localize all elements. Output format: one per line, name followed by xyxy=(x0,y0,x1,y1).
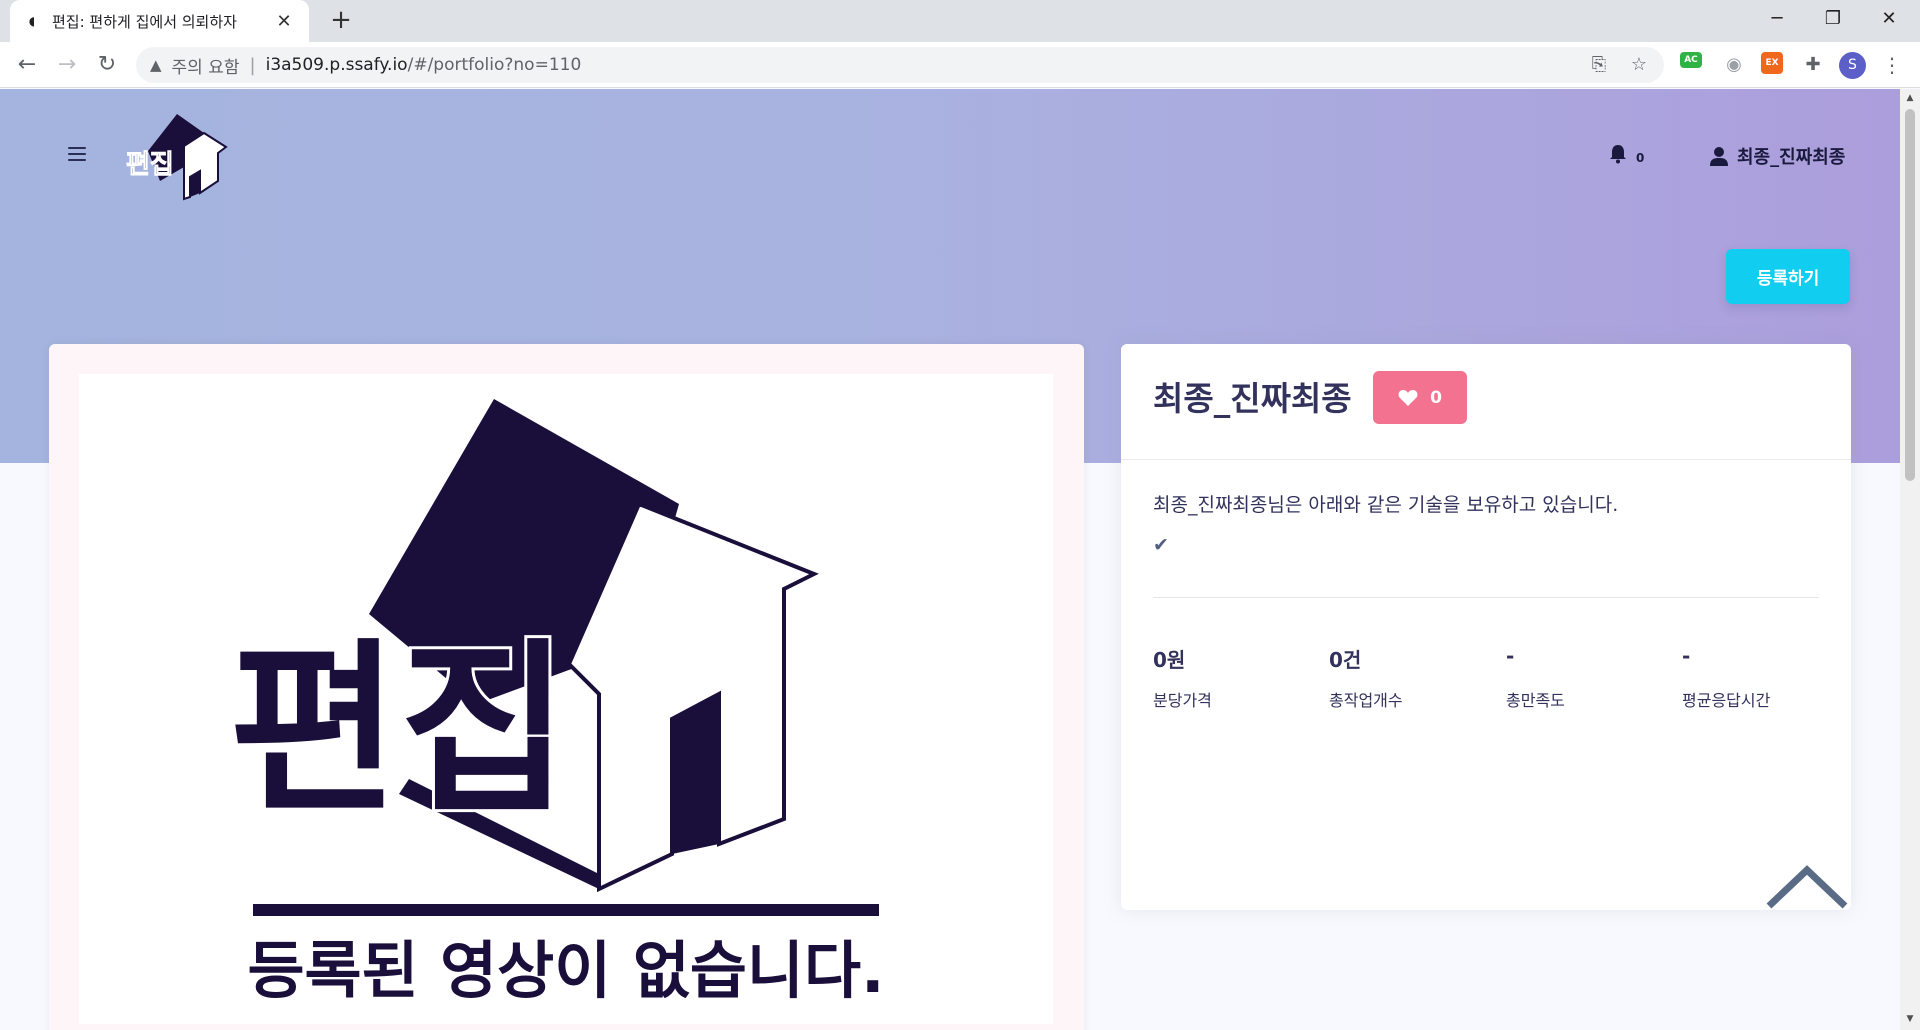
like-button[interactable]: 0 xyxy=(1373,371,1467,424)
stat-label: 총만족도 xyxy=(1506,691,1565,710)
stat-response-time: - 평균응답시간 xyxy=(1682,644,1852,711)
url-path: /#/portfolio?no=110 xyxy=(407,55,582,75)
stat-label: 총작업개수 xyxy=(1329,691,1403,710)
tab-title: 편집: 편하게 집에서 의뢰하자 xyxy=(52,12,237,31)
no-video-image: 편집 등록된 영상이 없습니다. xyxy=(226,399,885,1007)
forward-arrow-icon[interactable]: → xyxy=(51,49,83,81)
scroll-down-arrow-icon[interactable]: ▼ xyxy=(1904,1014,1916,1024)
stat-price-per-minute: 0원 분당가격 xyxy=(1153,644,1323,711)
user-menu[interactable]: 최종_진짜최종 xyxy=(1709,143,1845,169)
scrollbar-thumb[interactable] xyxy=(1905,109,1915,481)
close-window-button[interactable]: ✕ xyxy=(1861,0,1917,38)
skills-description: 최종_진짜최종님은 아래와 같은 기술을 보유하고 있습니다. xyxy=(1153,494,1619,516)
back-arrow-icon[interactable]: ← xyxy=(11,49,43,81)
page-scrollbar[interactable]: ▲ ▼ xyxy=(1900,89,1920,1030)
profile-avatar[interactable]: S xyxy=(1839,52,1866,79)
logo-text: 편집 xyxy=(126,150,174,180)
placeholder-logo-text: 편집 xyxy=(229,622,569,838)
browser-tab-bar: ◖ 편집: 편하게 집에서 의뢰하자 ✕ + ─ ❐ ✕ xyxy=(0,0,1920,42)
like-count: 0 xyxy=(1430,387,1442,408)
stat-value: 0건 xyxy=(1329,648,1362,672)
url-text[interactable]: i3a509.p.ssafy.io/#/portfolio?no=110 xyxy=(266,55,582,75)
ac-extension-icon[interactable]: AC xyxy=(1680,52,1702,68)
profile-card-header: 최종_진짜최종 0 xyxy=(1121,344,1851,460)
register-button[interactable]: 등록하기 xyxy=(1726,249,1850,304)
checkmark-icon: ✔ xyxy=(1153,534,1169,556)
translate-icon[interactable]: ⎘ xyxy=(1588,54,1610,75)
user-name: 최종_진짜최종 xyxy=(1737,147,1846,168)
stat-label: 평균응답시간 xyxy=(1682,691,1771,710)
heart-icon xyxy=(1398,389,1418,406)
minimize-window-button[interactable]: ─ xyxy=(1749,0,1805,38)
warning-triangle-icon[interactable]: ▲ xyxy=(150,56,162,74)
divider xyxy=(1153,597,1819,598)
tab-close-icon[interactable]: ✕ xyxy=(273,11,295,32)
extension-shield-icon[interactable]: ◉ xyxy=(1721,52,1747,78)
user-icon xyxy=(1710,147,1728,166)
scroll-up-arrow-icon[interactable]: ▲ xyxy=(1904,93,1916,103)
stat-total-jobs: 0건 총작업개수 xyxy=(1329,644,1499,711)
browser-toolbar: ← → ↻ ▲ 주의 요함 | i3a509.p.ssafy.io/#/port… xyxy=(0,42,1920,88)
stat-value: - xyxy=(1682,644,1691,668)
new-tab-button[interactable]: + xyxy=(325,6,357,36)
address-separator: | xyxy=(249,54,256,76)
video-card: 편집 등록된 영상이 없습니다. xyxy=(49,344,1084,1030)
bell-icon[interactable] xyxy=(1609,144,1627,169)
placeholder-message: 등록된 영상이 없습니다. xyxy=(247,934,884,1007)
url-host: i3a509.p.ssafy.io xyxy=(265,55,408,75)
profile-name: 최종_진짜최종 xyxy=(1153,379,1352,418)
bookmark-star-icon[interactable]: ☆ xyxy=(1628,54,1650,75)
profile-card: 최종_진짜최종 0 최종_진짜최종님은 아래와 같은 기술을 보유하고 있습니다… xyxy=(1121,344,1851,910)
browser-menu-icon[interactable]: ⋮ xyxy=(1882,52,1902,78)
stat-value: - xyxy=(1506,644,1515,668)
reload-icon[interactable]: ↻ xyxy=(91,49,123,81)
restore-window-button[interactable]: ❐ xyxy=(1805,0,1861,38)
browser-tab[interactable]: ◖ 편집: 편하게 집에서 의뢰하자 ✕ xyxy=(10,0,309,42)
address-bar[interactable]: ▲ 주의 요함 | i3a509.p.ssafy.io/#/portfolio?… xyxy=(136,47,1664,83)
back-to-top-chevron-icon[interactable] xyxy=(1765,862,1849,910)
stat-satisfaction: - 총만족도 xyxy=(1506,644,1676,711)
site-favicon-icon: ◖ xyxy=(28,14,36,28)
page-viewport: 편집 0 최종_진짜최종 등록하기 편집 등록된 영상이 없습니다. 최종_진짜… xyxy=(0,89,1900,1030)
notification-count: 0 xyxy=(1636,151,1645,165)
security-warning-label[interactable]: 주의 요함 xyxy=(172,53,240,78)
video-placeholder[interactable]: 편집 등록된 영상이 없습니다. xyxy=(79,374,1053,1024)
extensions-puzzle-icon[interactable]: ✚ xyxy=(1800,52,1826,78)
hamburger-menu-icon[interactable] xyxy=(68,147,86,161)
site-logo[interactable]: 편집 xyxy=(122,111,230,203)
address-bar-actions: ⎘ ☆ xyxy=(1588,54,1650,75)
stat-value: 0원 xyxy=(1153,648,1186,672)
ex-extension-icon[interactable]: EX xyxy=(1761,52,1783,74)
stat-label: 분당가격 xyxy=(1153,691,1212,710)
